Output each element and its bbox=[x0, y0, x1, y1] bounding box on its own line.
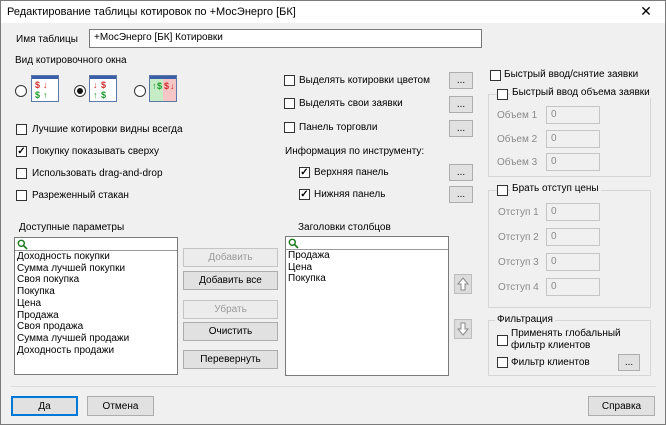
highlight-quotes-checkbox[interactable] bbox=[284, 75, 295, 86]
bottom-panel-more-button[interactable]: ... bbox=[449, 186, 473, 203]
table-name-input[interactable]: +МосЭнерго [БК] Котировки bbox=[89, 29, 482, 48]
buy-on-top-label: Покупку показывать сверху bbox=[32, 146, 160, 157]
list-item[interactable]: Своя покупка bbox=[15, 274, 177, 286]
available-search-row[interactable] bbox=[15, 238, 177, 251]
view-option-3-radio[interactable] bbox=[134, 85, 146, 97]
view-option-2-radio[interactable] bbox=[74, 85, 86, 97]
offset-1-input[interactable]: 0 bbox=[546, 203, 600, 221]
highlight-quotes-label: Выделять котировки цветом bbox=[299, 75, 430, 86]
arrow-up-icon bbox=[456, 277, 470, 291]
top-panel-more-button[interactable]: ... bbox=[449, 164, 473, 181]
list-item[interactable]: Покупка bbox=[15, 286, 177, 298]
bottom-panel-checkbox[interactable] bbox=[299, 189, 310, 200]
volume-1-label: Объем 1 bbox=[497, 110, 538, 121]
offset-1-label: Отступ 1 bbox=[498, 207, 539, 218]
best-quotes-label: Лучшие котировки видны всегда bbox=[32, 124, 183, 135]
arrow-down-icon bbox=[456, 322, 470, 336]
view-caption: Вид котировочного окна bbox=[15, 55, 127, 66]
column-headers-list[interactable]: Продажа Цена Покупка bbox=[285, 236, 449, 376]
global-filter-label-1: Применять глобальный bbox=[511, 328, 621, 339]
top-panel-checkbox[interactable] bbox=[299, 167, 310, 178]
volume-1-input[interactable]: 0 bbox=[546, 106, 600, 124]
reverse-button[interactable]: Перевернуть bbox=[183, 350, 278, 369]
volume-2-label: Объем 2 bbox=[497, 134, 538, 145]
global-filter-checkbox[interactable] bbox=[497, 335, 508, 346]
search-icon bbox=[17, 239, 28, 250]
add-all-button[interactable]: Добавить все bbox=[183, 271, 278, 290]
highlight-orders-checkbox[interactable] bbox=[284, 98, 295, 109]
view-3-icon: ↑ $ $ ↓ bbox=[149, 75, 177, 102]
best-quotes-checkbox[interactable] bbox=[16, 124, 27, 135]
available-params-list[interactable]: Доходность покупки Сумма лучшей покупки Св… bbox=[14, 237, 178, 375]
ok-button[interactable]: Да bbox=[11, 396, 78, 416]
offset-2-input[interactable]: 0 bbox=[546, 228, 600, 246]
client-filter-checkbox[interactable] bbox=[497, 357, 508, 368]
list-item[interactable]: Цена bbox=[15, 298, 177, 310]
highlight-orders-more-button[interactable]: ... bbox=[449, 96, 473, 113]
trade-panel-label: Панель торговли bbox=[299, 122, 378, 133]
volume-3-input[interactable]: 0 bbox=[546, 153, 600, 171]
remove-button[interactable]: Убрать bbox=[183, 300, 278, 319]
quick-volume-caption: Быстрый ввод объема заявки bbox=[510, 87, 652, 98]
list-item[interactable]: Сумма лучшей продажи bbox=[15, 333, 177, 345]
sparse-book-label: Разреженный стакан bbox=[32, 190, 129, 201]
quick-entry-checkbox[interactable] bbox=[490, 70, 501, 81]
clear-button[interactable]: Очистить bbox=[183, 322, 278, 341]
view-option-1-radio[interactable] bbox=[15, 85, 27, 97]
volume-2-input[interactable]: 0 bbox=[546, 130, 600, 148]
offset-4-input[interactable]: 0 bbox=[546, 278, 600, 296]
view-2-icon: ↓ $ ↑ $ bbox=[89, 75, 117, 102]
close-icon[interactable]: ✕ bbox=[627, 1, 665, 23]
footer-divider bbox=[11, 386, 656, 387]
offset-3-input[interactable]: 0 bbox=[546, 253, 600, 271]
table-name-label: Имя таблицы bbox=[16, 34, 78, 45]
list-item[interactable]: Доходность покупки bbox=[15, 251, 177, 263]
highlight-orders-label: Выделять свои заявки bbox=[299, 98, 403, 109]
quick-volume-checkbox[interactable] bbox=[497, 89, 508, 100]
list-item[interactable]: Покупка bbox=[286, 273, 448, 285]
top-panel-label: Верхняя панель bbox=[314, 167, 389, 178]
offset-3-label: Отступ 3 bbox=[498, 257, 539, 268]
cancel-button[interactable]: Отмена bbox=[87, 396, 154, 416]
headers-search-row[interactable] bbox=[286, 237, 448, 250]
drag-drop-label: Использовать drag-and-drop bbox=[32, 168, 163, 179]
bottom-panel-label: Нижняя панель bbox=[314, 189, 386, 200]
list-item[interactable]: Цена bbox=[286, 262, 448, 274]
available-items: Доходность покупки Сумма лучшей покупки Св… bbox=[15, 251, 177, 356]
sparse-book-checkbox[interactable] bbox=[16, 190, 27, 201]
highlight-quotes-more-button[interactable]: ... bbox=[449, 72, 473, 89]
move-up-button[interactable] bbox=[454, 274, 472, 294]
list-item[interactable]: Продажа bbox=[15, 310, 177, 322]
trade-panel-checkbox[interactable] bbox=[284, 122, 295, 133]
global-filter-label-2: фильтр клиентов bbox=[511, 340, 591, 351]
offset-2-label: Отступ 2 bbox=[498, 232, 539, 243]
offset-4-label: Отступ 4 bbox=[498, 282, 539, 293]
trade-panel-more-button[interactable]: ... bbox=[449, 120, 473, 137]
available-params-label: Доступные параметры bbox=[19, 222, 125, 233]
buy-on-top-checkbox[interactable] bbox=[16, 146, 27, 157]
list-item[interactable]: Продажа bbox=[286, 250, 448, 262]
filter-caption: Фильтрация bbox=[495, 314, 555, 325]
quick-entry-label: Быстрый ввод/снятие заявки bbox=[504, 69, 639, 80]
volume-3-label: Объем 3 bbox=[497, 157, 538, 168]
drag-drop-checkbox[interactable] bbox=[16, 168, 27, 179]
title-bar: Редактирование таблицы котировок по +Мос… bbox=[1, 1, 665, 23]
list-item[interactable]: Доходность продажи bbox=[15, 345, 177, 357]
search-icon bbox=[288, 238, 299, 249]
client-filter-more-button[interactable]: ... bbox=[618, 354, 640, 371]
client-filter-label: Фильтр клиентов bbox=[511, 357, 590, 368]
add-button[interactable]: Добавить bbox=[183, 248, 278, 267]
price-offset-checkbox[interactable] bbox=[497, 185, 508, 196]
price-offset-caption: Брать отступ цены bbox=[510, 183, 601, 194]
view-1-icon: $ ↓ $ ↑ bbox=[31, 75, 59, 102]
list-item[interactable]: Сумма лучшей покупки bbox=[15, 263, 177, 275]
help-button[interactable]: Справка bbox=[588, 396, 655, 416]
move-down-button[interactable] bbox=[454, 319, 472, 339]
window-title: Редактирование таблицы котировок по +Мос… bbox=[7, 6, 296, 18]
dialog-window: Редактирование таблицы котировок по +Мос… bbox=[0, 0, 666, 425]
column-headers-label: Заголовки столбцов bbox=[298, 222, 391, 233]
header-items: Продажа Цена Покупка bbox=[286, 250, 448, 285]
list-item[interactable]: Своя продажа bbox=[15, 321, 177, 333]
instrument-info-label: Информация по инструменту: bbox=[285, 146, 425, 157]
